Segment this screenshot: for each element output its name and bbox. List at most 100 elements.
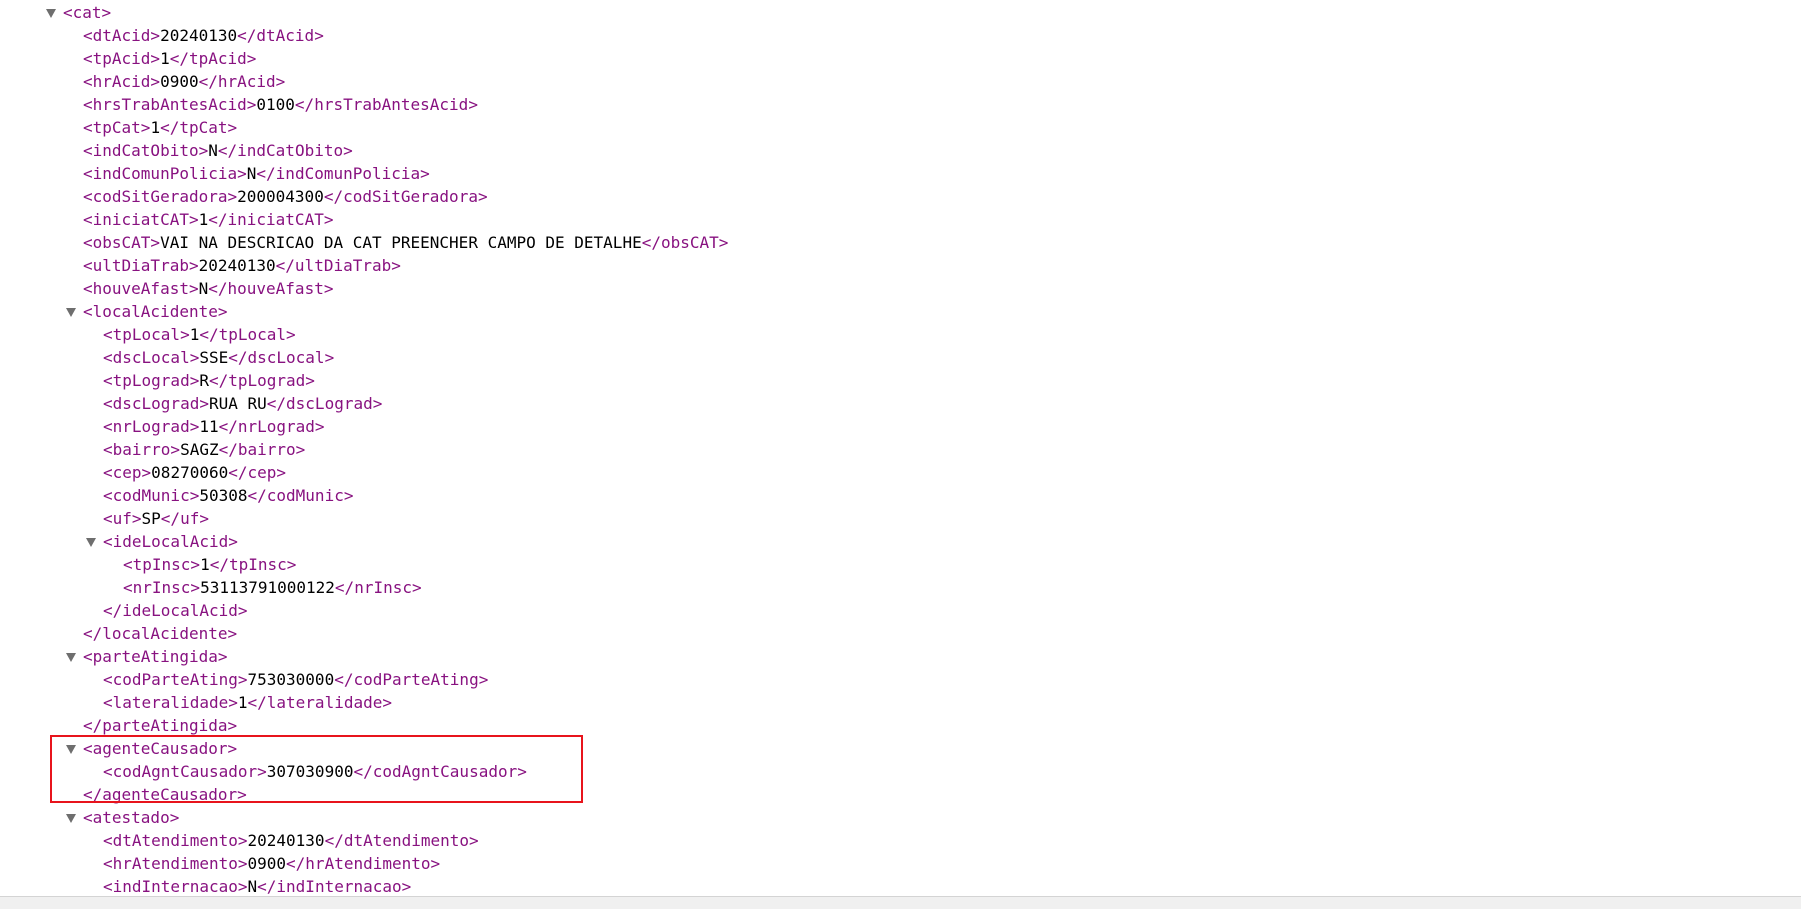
xml-line: <dscLocal>SSE</dscLocal> bbox=[103, 346, 334, 369]
collapse-triangle-icon[interactable] bbox=[86, 538, 96, 547]
xml-open-tag: <indComunPolicia> bbox=[83, 164, 247, 183]
xml-text-value: 0900 bbox=[247, 854, 287, 873]
xml-line: <codParteAting>753030000</codParteAting> bbox=[103, 668, 488, 691]
xml-open-tag: <hrAcid> bbox=[83, 72, 161, 91]
xml-text-value: N bbox=[246, 164, 257, 183]
collapse-triangle-icon[interactable] bbox=[66, 814, 76, 823]
xml-close-tag: </hrAcid> bbox=[198, 72, 286, 91]
xml-text-value: 1 bbox=[150, 118, 161, 137]
xml-text-value: 1 bbox=[198, 210, 209, 229]
xml-open-tag: <codSitGeradora> bbox=[83, 187, 238, 206]
xml-open-tag: <agenteCausador> bbox=[83, 739, 238, 758]
xml-text-value: SP bbox=[141, 509, 161, 528]
xml-close-tag: </parteAtingida> bbox=[83, 716, 238, 735]
xml-line: </ideLocalAcid> bbox=[103, 599, 248, 622]
xml-text-value: 20240130 bbox=[247, 831, 325, 850]
xml-close-tag: </codSitGeradora> bbox=[323, 187, 488, 206]
horizontal-scrollbar[interactable] bbox=[0, 896, 1801, 909]
xml-text-value: 53113791000122 bbox=[200, 578, 335, 597]
xml-line: <ideLocalAcid> bbox=[86, 530, 238, 553]
xml-line: <indComunPolicia>N</indComunPolicia> bbox=[83, 162, 430, 185]
xml-close-tag: </ultDiaTrab> bbox=[275, 256, 401, 275]
xml-open-tag: <ultDiaTrab> bbox=[83, 256, 199, 275]
xml-close-tag: </hrAtendimento> bbox=[286, 854, 441, 873]
collapse-triangle-icon[interactable] bbox=[66, 653, 76, 662]
xml-text-value: 08270060 bbox=[151, 463, 229, 482]
xml-line: <codSitGeradora>200004300</codSitGerador… bbox=[83, 185, 488, 208]
xml-tree-viewer: <cat> <dtAcid>20240130</dtAcid> <tpAcid>1<… bbox=[0, 0, 1801, 897]
xml-text-value: 20240130 bbox=[160, 26, 238, 45]
xml-close-tag: </ideLocalAcid> bbox=[103, 601, 248, 620]
xml-close-tag: </agenteCausador> bbox=[83, 785, 247, 804]
xml-open-tag: <atestado> bbox=[83, 808, 180, 827]
xml-open-tag: <uf> bbox=[103, 509, 142, 528]
xml-open-tag: <codParteAting> bbox=[103, 670, 248, 689]
xml-line: </parteAtingida> bbox=[83, 714, 237, 737]
xml-open-tag: <indCatObito> bbox=[83, 141, 209, 160]
xml-close-tag: </tpLocal> bbox=[199, 325, 296, 344]
xml-text-value: 1 bbox=[189, 325, 200, 344]
xml-close-tag: </iniciatCAT> bbox=[208, 210, 334, 229]
xml-line: <tpAcid>1</tpAcid> bbox=[83, 47, 256, 70]
xml-text-value: SAGZ bbox=[180, 440, 219, 459]
xml-close-tag: </tpLograd> bbox=[208, 371, 315, 390]
collapse-triangle-icon[interactable] bbox=[66, 308, 76, 317]
xml-text-value: SSE bbox=[199, 348, 229, 367]
xml-open-tag: <dscLograd> bbox=[103, 394, 209, 413]
xml-line: <codAgntCausador>307030900</codAgntCausa… bbox=[103, 760, 527, 783]
xml-line: <dtAcid>20240130</dtAcid> bbox=[83, 24, 324, 47]
xml-line: <tpLograd>R</tpLograd> bbox=[103, 369, 315, 392]
xml-line: <codMunic>50308</codMunic> bbox=[103, 484, 353, 507]
xml-open-tag: <nrLograd> bbox=[103, 417, 200, 436]
xml-line: <hrsTrabAntesAcid>0100</hrsTrabAntesAcid… bbox=[83, 93, 478, 116]
xml-close-tag: </uf> bbox=[160, 509, 209, 528]
xml-text-value: 20240130 bbox=[198, 256, 276, 275]
xml-text-value: N bbox=[208, 141, 218, 160]
xml-open-tag: <lateralidade> bbox=[103, 693, 238, 712]
xml-open-tag: <indInternacao> bbox=[103, 877, 248, 896]
xml-close-tag: </tpInsc> bbox=[209, 555, 297, 574]
xml-line: <atestado> bbox=[66, 806, 180, 829]
xml-line: <bairro>SAGZ</bairro> bbox=[103, 438, 305, 461]
xml-line: <indCatObito>N</indCatObito> bbox=[83, 139, 353, 162]
xml-open-tag: <bairro> bbox=[103, 440, 181, 459]
xml-open-tag: <tpAcid> bbox=[83, 49, 161, 68]
xml-open-tag: <localAcidente> bbox=[83, 302, 228, 321]
xml-text-value: 753030000 bbox=[247, 670, 335, 689]
collapse-triangle-icon[interactable] bbox=[46, 9, 56, 18]
xml-line: <agenteCausador> bbox=[66, 737, 238, 760]
xml-close-tag: </tpAcid> bbox=[169, 49, 257, 68]
xml-close-tag: </bairro> bbox=[218, 440, 306, 459]
xml-close-tag: </indComunPolicia> bbox=[256, 164, 430, 183]
xml-line: <dtAtendimento>20240130</dtAtendimento> bbox=[103, 829, 479, 852]
xml-line: <uf>SP</uf> bbox=[103, 507, 209, 530]
xml-open-tag: <cep> bbox=[103, 463, 152, 482]
xml-open-tag: <tpCat> bbox=[83, 118, 151, 137]
xml-close-tag: </obsCAT> bbox=[641, 233, 729, 252]
collapse-triangle-icon[interactable] bbox=[66, 745, 76, 754]
xml-close-tag: </dtAtendimento> bbox=[324, 831, 479, 850]
xml-open-tag: <dscLocal> bbox=[103, 348, 200, 367]
xml-close-tag: </dscLograd> bbox=[266, 394, 383, 413]
xml-open-tag: <cat> bbox=[63, 3, 112, 22]
xml-open-tag: <codAgntCausador> bbox=[103, 762, 267, 781]
xml-open-tag: <tpLograd> bbox=[103, 371, 200, 390]
xml-open-tag: <nrInsc> bbox=[123, 578, 201, 597]
xml-close-tag: </indCatObito> bbox=[217, 141, 353, 160]
xml-close-tag: </indInternacao> bbox=[257, 877, 412, 896]
xml-close-tag: </dscLocal> bbox=[228, 348, 335, 367]
xml-line: <hrAtendimento>0900</hrAtendimento> bbox=[103, 852, 440, 875]
xml-text-value: R bbox=[199, 371, 209, 390]
xml-text-value: 0100 bbox=[256, 95, 295, 114]
xml-line: <tpInsc>1</tpInsc> bbox=[123, 553, 296, 576]
xml-text-value: RUA RU bbox=[208, 394, 267, 413]
xml-text-value: N bbox=[247, 877, 258, 896]
xml-open-tag: <dtAtendimento> bbox=[103, 831, 248, 850]
xml-line: </localAcidente> bbox=[83, 622, 237, 645]
xml-line: <houveAfast>N</houveAfast> bbox=[83, 277, 333, 300]
xml-line: <iniciatCAT>1</iniciatCAT> bbox=[83, 208, 333, 231]
xml-line: <cat> bbox=[46, 1, 112, 24]
xml-text-value: 11 bbox=[199, 417, 219, 436]
xml-text-value: 200004300 bbox=[237, 187, 324, 206]
xml-close-tag: </cep> bbox=[228, 463, 287, 482]
